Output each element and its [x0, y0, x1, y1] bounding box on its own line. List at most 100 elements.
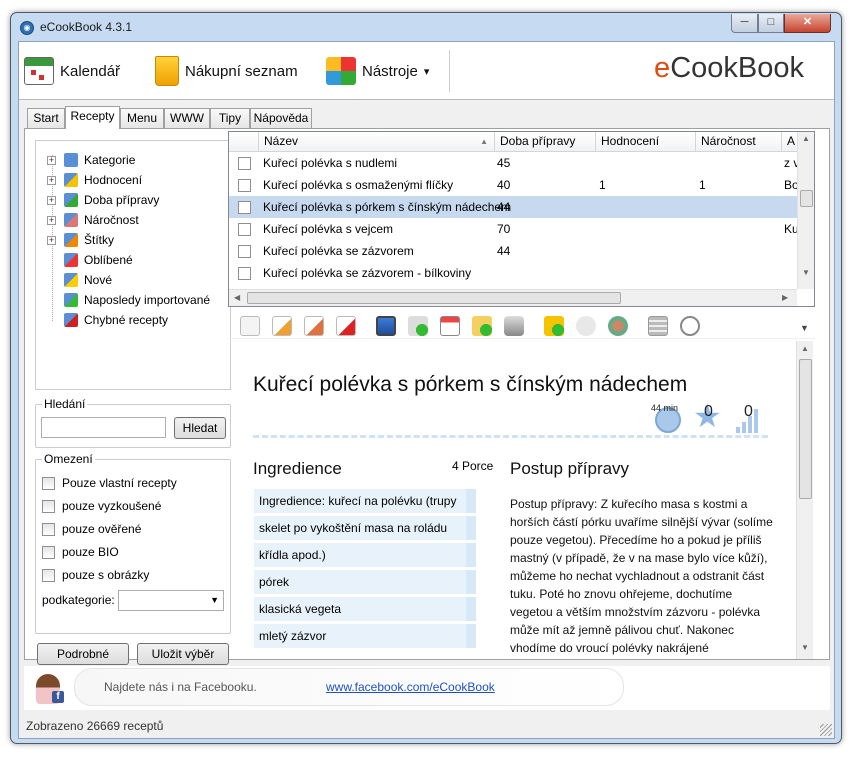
toolbar-separator [449, 50, 450, 92]
tab-menu[interactable]: Menu [120, 108, 164, 128]
minimize-button[interactable]: ─ [731, 14, 758, 33]
calendar-button[interactable]: Kalendář [24, 57, 120, 85]
tree-item-stitky[interactable]: + Štítky [47, 231, 114, 249]
save-selection-button[interactable]: Uložit výběr [137, 643, 229, 665]
row-checkbox[interactable] [238, 201, 251, 214]
checkbox[interactable] [42, 476, 55, 490]
expand-icon[interactable]: + [47, 215, 56, 225]
users-icon[interactable] [608, 316, 628, 336]
tree-item-chybne[interactable]: Chybné recepty [64, 311, 168, 329]
column-header-difficulty[interactable]: Náročnost [696, 132, 782, 152]
expand-icon[interactable]: + [47, 235, 56, 245]
title-bar[interactable]: ◉ eCookBook 4.3.1 ─ □ ✕ [11, 13, 841, 41]
facebook-link[interactable]: www.facebook.com/eCookBook [326, 680, 495, 694]
tab-www[interactable]: WWW [164, 108, 210, 128]
tab-recepty[interactable]: Recepty [65, 106, 120, 129]
tree-item-hodnoceni[interactable]: + Hodnocení [47, 171, 142, 189]
search-input[interactable] [41, 417, 166, 438]
app-icon[interactable]: ◉ [20, 21, 34, 35]
filter-own-recipes[interactable]: Pouze vlastní recepty [42, 475, 177, 491]
recipe-time: 44 min [651, 403, 679, 413]
tree-label: Doba přípravy [84, 193, 160, 207]
detail-vertical-scrollbar[interactable]: ▲ ▼ [796, 341, 813, 659]
new-folder-icon [64, 273, 78, 287]
row-checkbox[interactable] [238, 157, 251, 170]
checkbox[interactable] [42, 545, 55, 559]
tab-start[interactable]: Start [27, 108, 65, 128]
add-to-calendar-icon[interactable] [440, 316, 460, 336]
expand-icon[interactable]: + [47, 155, 56, 165]
column-header-rating[interactable]: Hodnocení [596, 132, 696, 152]
comment-icon[interactable] [576, 316, 596, 336]
tree-item-nove[interactable]: Nové [64, 271, 112, 289]
edit-recipe-icon[interactable] [272, 316, 292, 336]
tree-item-naposledy[interactable]: Naposledy importované [64, 291, 210, 309]
add-favorite-icon[interactable] [544, 316, 564, 336]
clock-folder-icon [64, 193, 78, 207]
grid-horizontal-scrollbar[interactable]: ◀ ▶ [229, 289, 797, 306]
table-row[interactable]: Kuřecí polévka s vejcem 70 Ku [229, 218, 799, 240]
scroll-left-icon[interactable]: ◀ [234, 293, 240, 302]
scroll-thumb[interactable] [247, 292, 621, 304]
tree-item-oblibene[interactable]: Oblíbené [64, 251, 133, 269]
new-recipe-icon[interactable] [240, 316, 260, 336]
expand-icon[interactable]: + [47, 175, 56, 185]
subcategory-select[interactable]: ▼ [118, 590, 224, 611]
sort-ascending-icon: ▲ [480, 137, 488, 146]
copy-recipe-icon[interactable] [304, 316, 324, 336]
column-header-check[interactable] [229, 132, 259, 152]
calculator-icon[interactable] [648, 316, 668, 336]
maximize-button[interactable]: □ [758, 14, 784, 33]
add-to-cart-icon[interactable] [408, 316, 428, 336]
row-checkbox[interactable] [238, 223, 251, 236]
tree-item-kategorie[interactable]: + Kategorie [47, 151, 135, 169]
row-checkbox[interactable] [238, 245, 251, 258]
delete-recipe-icon[interactable] [336, 316, 356, 336]
grid-vertical-scrollbar[interactable]: ▲ ▼ [797, 132, 814, 289]
clock-icon[interactable] [680, 316, 700, 336]
filter-tested[interactable]: pouze vyzkoušené [42, 498, 161, 514]
add-to-folder-icon[interactable] [472, 316, 492, 336]
checkbox[interactable] [42, 522, 55, 536]
tab-napoveda[interactable]: Nápověda [250, 108, 312, 128]
table-row[interactable]: Kuřecí polévka se zázvorem 44 [229, 240, 797, 262]
shopping-list-button[interactable]: Nákupní seznam [155, 56, 298, 86]
scroll-down-icon[interactable]: ▼ [802, 268, 810, 277]
table-row[interactable]: Kuřecí polévka s osmaženými flíčky 40 1 1 Bo [229, 174, 799, 196]
scroll-right-icon[interactable]: ▶ [782, 293, 788, 302]
column-header-time[interactable]: Doba přípravy [495, 132, 596, 152]
row-checkbox[interactable] [238, 267, 251, 280]
search-button[interactable]: Hledat [174, 417, 226, 439]
row-checkbox[interactable] [238, 179, 251, 192]
filter-bio[interactable]: pouze BIO [42, 544, 119, 560]
scroll-up-icon[interactable]: ▲ [801, 344, 809, 353]
print-icon[interactable] [504, 316, 524, 336]
scroll-up-icon[interactable]: ▲ [802, 134, 810, 143]
filter-verified[interactable]: pouze ověřené [42, 521, 141, 537]
scroll-thumb[interactable] [799, 359, 812, 499]
table-row[interactable]: Kuřecí polévka se zázvorem - bílkoviny [229, 262, 797, 284]
recipe-grid: Název ▲ Doba přípravy Hodnocení Náročnost… [228, 131, 815, 307]
resize-grip-icon[interactable] [820, 724, 832, 736]
tab-tipy[interactable]: Tipy [210, 108, 250, 128]
toolbar-overflow-icon[interactable]: ▼ [800, 323, 809, 333]
tree-item-doba-pripravy[interactable]: + Doba přípravy [47, 191, 159, 209]
checkbox[interactable] [42, 499, 55, 513]
scroll-down-icon[interactable]: ▼ [801, 643, 809, 652]
detail-button[interactable]: Podrobné [37, 643, 129, 665]
column-header-name[interactable]: Název ▲ [259, 132, 495, 152]
table-row[interactable]: Kuřecí polévka s nudlemi 45 z v [229, 152, 799, 174]
table-row-selected[interactable]: Kuřecí polévka s pórkem s čínským nádech… [229, 196, 797, 218]
close-button[interactable]: ✕ [784, 14, 831, 33]
checkbox[interactable] [42, 568, 55, 582]
filter-with-images[interactable]: pouze s obrázky [42, 567, 149, 583]
tools-icon [326, 57, 356, 85]
tree-item-narocnost[interactable]: + Náročnost [47, 211, 139, 229]
checkbox-label: pouze ověřené [62, 522, 142, 536]
tools-menu-button[interactable]: Nástroje ▾ [326, 57, 429, 85]
cell-name: Kuřecí polévka se zázvorem - bílkoviny [263, 266, 472, 280]
scroll-thumb[interactable] [800, 190, 813, 207]
monitor-icon[interactable] [376, 316, 396, 336]
checkbox-label: Pouze vlastní recepty [62, 476, 177, 490]
expand-icon[interactable]: + [47, 195, 56, 205]
